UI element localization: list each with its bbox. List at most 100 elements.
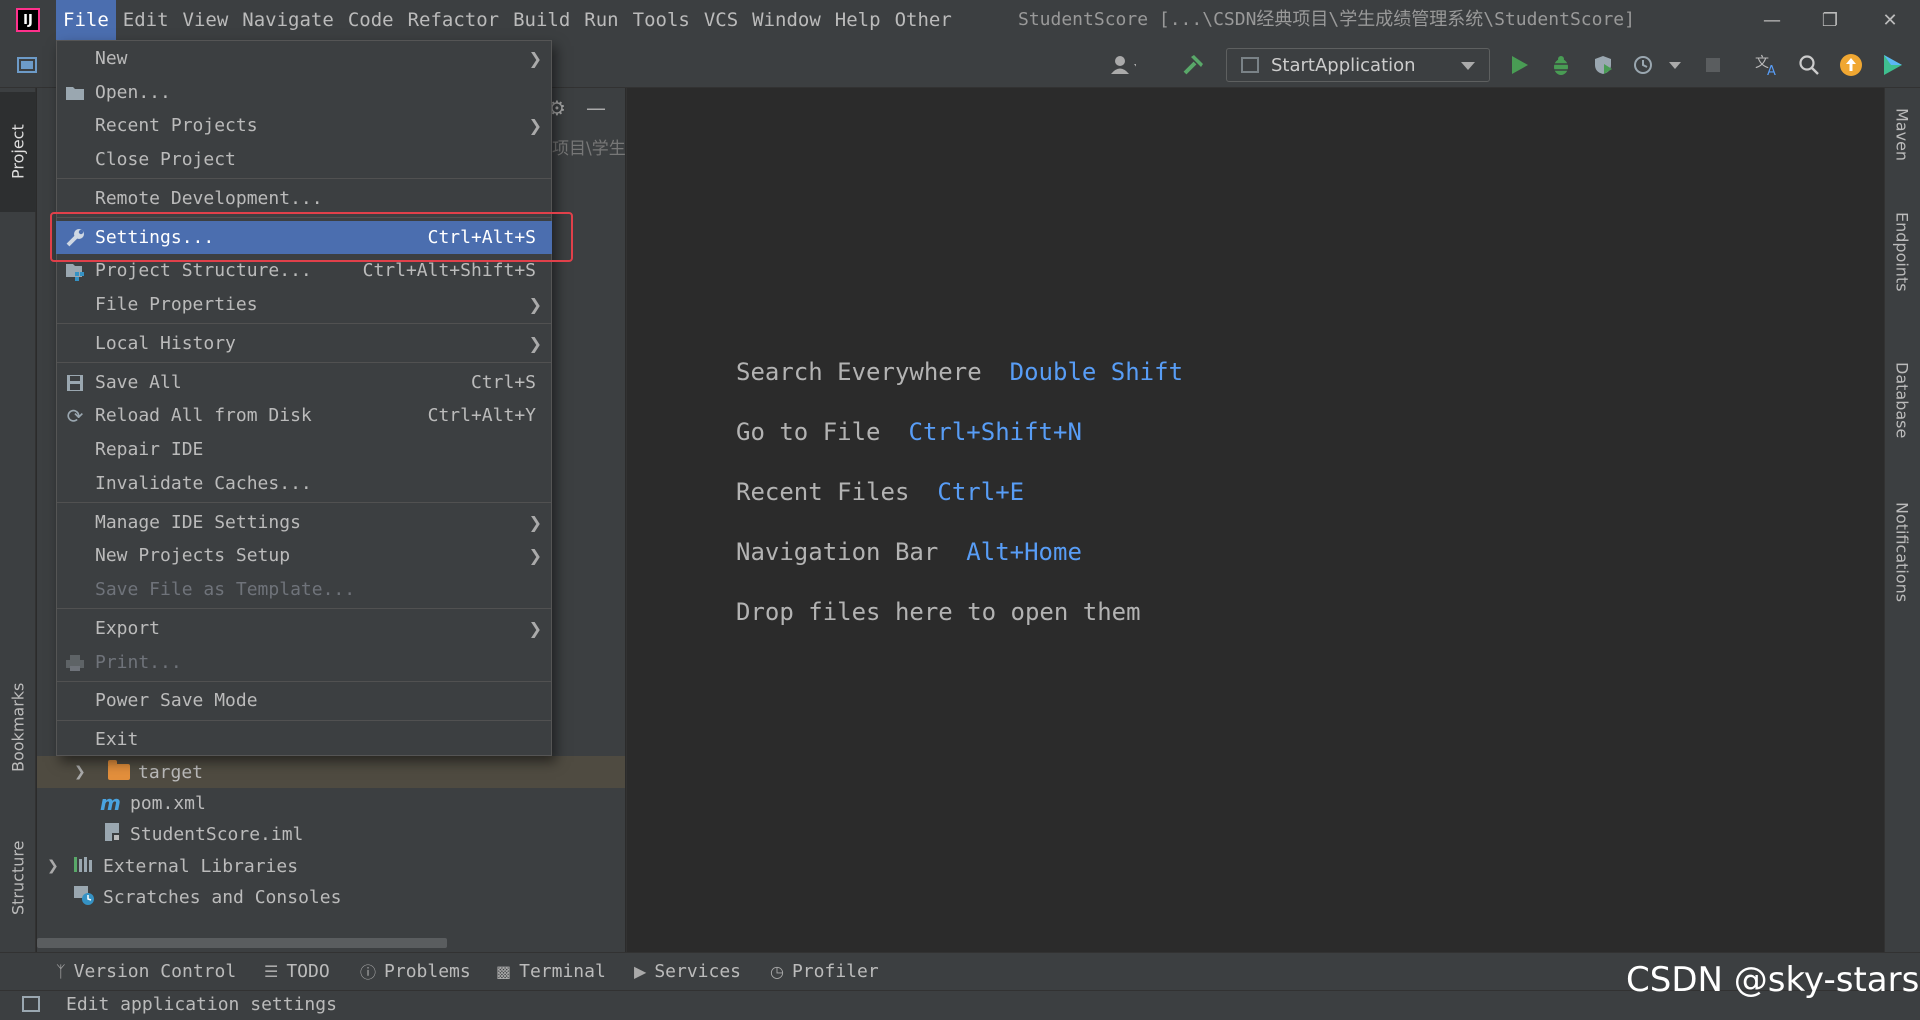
maven-tool-tab[interactable]: Maven — [1884, 104, 1920, 184]
stop-icon[interactable] — [1700, 52, 1726, 78]
hint-shortcut: Ctrl+E — [937, 478, 1025, 506]
endpoints-tab-label: Endpoints — [1892, 212, 1912, 292]
tree-item-label: Scratches and Consoles — [103, 886, 342, 908]
chevron-right-icon[interactable]: ❯ — [47, 858, 61, 874]
menu-item-file-properties[interactable]: File Properties ❯ — [56, 288, 552, 321]
project-structure-icon — [64, 260, 86, 282]
endpoints-tool-tab[interactable]: Endpoints — [1884, 208, 1920, 328]
tool-tab-label: Problems — [384, 960, 471, 982]
minimize-button[interactable]: — — [1744, 0, 1800, 40]
menu-item-save-as-template: Save File as Template... — [56, 573, 552, 606]
svg-text:A: A — [1767, 64, 1776, 77]
menu-item-label: Power Save Mode — [95, 690, 258, 711]
database-tool-tab[interactable]: Database — [1884, 358, 1920, 468]
menu-item-label: Remote Development... — [95, 188, 323, 209]
menu-item-local-history[interactable]: Local History ❯ — [56, 327, 552, 360]
menu-item-repair-ide[interactable]: Repair IDE — [56, 433, 552, 466]
menu-help[interactable]: Help — [828, 0, 888, 40]
menu-item-label: Local History — [95, 333, 236, 354]
tree-item-iml[interactable]: StudentScore.iml — [37, 818, 625, 850]
menu-item-label: Save All — [95, 372, 182, 393]
branch-icon: ᛉ — [56, 961, 66, 981]
restore-button[interactable]: ❐ — [1802, 0, 1858, 40]
menu-view[interactable]: View — [176, 0, 236, 40]
menu-item-reload-all[interactable]: ⟳ Reload All from Disk Ctrl+Alt+Y — [56, 399, 552, 432]
bookmarks-tool-tab[interactable]: Bookmarks — [0, 664, 36, 790]
chevron-right-icon: ❯ — [528, 116, 542, 135]
account-icon[interactable] — [1110, 52, 1136, 78]
search-icon[interactable] — [1796, 52, 1822, 78]
tree-item-external-libraries[interactable]: ❯ External Libraries — [37, 850, 625, 882]
menu-item-label: Save File as Template... — [95, 579, 356, 600]
menu-window[interactable]: Window — [745, 0, 828, 40]
menu-item-close-project[interactable]: Close Project — [56, 143, 552, 176]
profiler-run-icon[interactable] — [1632, 52, 1658, 78]
menu-file[interactable]: File — [56, 0, 116, 40]
menu-item-label: Reload All from Disk — [95, 405, 312, 426]
menu-item-new-projects-setup[interactable]: New Projects Setup ❯ — [56, 539, 552, 572]
menu-item-new[interactable]: New ❯ — [56, 42, 552, 75]
close-window-button[interactable]: ✕ — [1862, 0, 1918, 40]
printer-icon — [64, 652, 86, 674]
menu-item-invalidate-caches[interactable]: Invalidate Caches... — [56, 467, 552, 500]
tree-item-label: External Libraries — [103, 855, 299, 877]
build-hammer-icon[interactable] — [1180, 52, 1206, 78]
menu-item-label: Recent Projects — [95, 115, 258, 136]
run-configuration-select[interactable]: StartApplication — [1226, 48, 1490, 82]
menu-item-recent-projects[interactable]: Recent Projects ❯ — [56, 109, 552, 142]
profiler-tab[interactable]: ◷ Profiler — [770, 952, 879, 990]
menu-item-save-all[interactable]: Save All Ctrl+S — [56, 366, 552, 399]
horizontal-scrollbar[interactable] — [37, 938, 447, 948]
list-icon: ☰ — [264, 961, 279, 981]
update-icon[interactable] — [1838, 52, 1864, 78]
notifications-tool-tab[interactable]: Notifications — [1884, 498, 1920, 658]
project-tool-tab[interactable]: Project — [0, 92, 36, 212]
refresh-icon: ⟳ — [66, 403, 84, 428]
debug-bug-icon[interactable] — [1548, 52, 1574, 78]
terminal-tab[interactable]: ▩ Terminal — [496, 952, 606, 990]
version-control-tab[interactable]: ᛉ Version Control — [56, 952, 236, 990]
menu-tools[interactable]: Tools — [626, 0, 697, 40]
code-with-me-icon[interactable] — [1880, 52, 1906, 78]
tool-tab-label: Terminal — [519, 960, 606, 982]
coverage-icon[interactable] — [1590, 52, 1616, 78]
tree-item-scratches[interactable]: Scratches and Consoles — [37, 881, 625, 913]
menu-item-exit[interactable]: Exit — [56, 723, 552, 756]
menu-item-remote-development[interactable]: Remote Development... — [56, 182, 552, 215]
toggle-tool-windows-icon[interactable] — [22, 996, 40, 1012]
hint-recent-files: Recent Files Ctrl+E — [736, 478, 1024, 506]
tree-item-pom[interactable]: m pom.xml — [37, 787, 625, 819]
menu-code[interactable]: Code — [341, 0, 401, 40]
menu-item-power-save-mode[interactable]: Power Save Mode — [56, 684, 552, 717]
maven-tab-label: Maven — [1892, 108, 1912, 162]
hide-panel-icon[interactable]: — — [586, 96, 606, 120]
menu-refactor[interactable]: Refactor — [401, 0, 507, 40]
menu-item-label: Repair IDE — [95, 439, 204, 460]
menu-item-open[interactable]: Open... — [56, 76, 552, 109]
translate-icon[interactable]: 文A — [1754, 52, 1780, 78]
menu-vcs[interactable]: VCS — [697, 0, 745, 40]
chevron-right-icon: ❯ — [528, 334, 542, 353]
services-tab[interactable]: ▶ Services — [634, 952, 741, 990]
folder-icon — [108, 760, 130, 780]
libraries-icon — [73, 855, 103, 878]
structure-tool-tab[interactable]: Structure — [0, 818, 36, 938]
tree-item-target[interactable]: ❯ target — [37, 756, 625, 788]
status-message: Edit application settings — [66, 994, 337, 1015]
problems-tab[interactable]: ⓘ Problems — [360, 952, 471, 990]
chevron-down-icon — [1461, 62, 1475, 70]
window-title: StudentScore [...\CSDN经典项目\学生成绩管理系统\Stud… — [1018, 9, 1635, 30]
run-icon[interactable] — [1506, 52, 1532, 78]
tool-tab-label: TODO — [286, 960, 330, 982]
more-run-options-icon[interactable] — [1662, 52, 1688, 78]
menu-navigate[interactable]: Navigate — [235, 0, 341, 40]
menu-other[interactable]: Other — [888, 0, 959, 40]
main-menu: File Edit View Navigate Code Refactor Bu… — [56, 0, 959, 40]
todo-tab[interactable]: ☰ TODO — [264, 952, 330, 990]
menu-item-manage-ide-settings[interactable]: Manage IDE Settings ❯ — [56, 506, 552, 539]
menu-run[interactable]: Run — [577, 0, 625, 40]
menu-item-export[interactable]: Export ❯ — [56, 612, 552, 645]
menu-build[interactable]: Build — [506, 0, 577, 40]
chevron-right-icon[interactable]: ❯ — [74, 764, 88, 780]
menu-edit[interactable]: Edit — [116, 0, 176, 40]
